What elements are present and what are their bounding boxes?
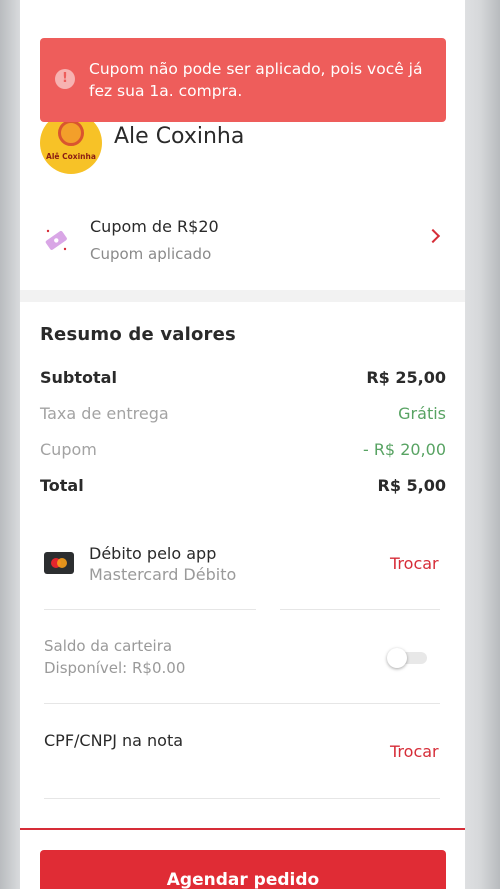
change-payment-button[interactable]: Trocar bbox=[390, 554, 439, 573]
chevron-right-icon[interactable] bbox=[425, 228, 441, 244]
coupon-title: Cupom de R$20 bbox=[90, 217, 219, 236]
summary-label: Taxa de entrega bbox=[40, 404, 169, 423]
footer-accent-line bbox=[20, 828, 465, 830]
mastercard-icon bbox=[44, 552, 74, 574]
summary-value: R$ 25,00 bbox=[366, 368, 446, 387]
summary-value: R$ 5,00 bbox=[377, 476, 447, 495]
coupon-status: Cupom aplicado bbox=[90, 245, 212, 263]
summary-value: - R$ 20,00 bbox=[362, 440, 446, 459]
summary-row-coupon: Cupom - R$ 20,00 bbox=[40, 440, 446, 464]
divider bbox=[280, 609, 440, 610]
change-cpf-button[interactable]: Trocar bbox=[390, 742, 439, 761]
summary-label: Total bbox=[40, 476, 84, 495]
payment-method: Débito pelo app bbox=[89, 544, 217, 563]
coupon-ticket-icon bbox=[45, 229, 67, 251]
schedule-order-button[interactable]: Agendar pedido bbox=[40, 850, 446, 889]
wallet-toggle[interactable] bbox=[387, 648, 427, 668]
divider bbox=[44, 703, 440, 704]
summary-row-total: Total R$ 5,00 bbox=[40, 476, 446, 500]
summary-title: Resumo de valores bbox=[40, 324, 236, 345]
cpf-title: CPF/CNPJ na nota bbox=[44, 731, 184, 750]
store-logo-text: Alê Coxinha bbox=[46, 152, 96, 161]
summary-value: Grátis bbox=[398, 404, 446, 423]
summary-label: Subtotal bbox=[40, 368, 117, 387]
wallet-available: Disponível: R$0.00 bbox=[44, 659, 186, 677]
coupon-row[interactable]: Cupom de R$20 Cupom aplicado bbox=[20, 205, 465, 275]
error-toast: ! Cupom não pode ser aplicado, pois você… bbox=[40, 38, 446, 122]
toast-message: Cupom não pode ser aplicado, pois você j… bbox=[89, 60, 423, 100]
alert-circle-icon: ! bbox=[55, 69, 75, 89]
summary-label: Cupom bbox=[40, 440, 97, 459]
chef-face-icon bbox=[58, 120, 84, 146]
summary-row-subtotal: Subtotal R$ 25,00 bbox=[40, 368, 446, 392]
store-name: Ale Coxinha bbox=[114, 124, 245, 149]
divider bbox=[44, 609, 256, 610]
wallet-title: Saldo da carteira bbox=[44, 637, 173, 655]
divider bbox=[44, 798, 440, 799]
summary-row-delivery: Taxa de entrega Grátis bbox=[40, 404, 446, 428]
toggle-knob bbox=[387, 648, 407, 668]
payment-card: Mastercard Débito bbox=[89, 565, 237, 584]
schedule-order-label: Agendar pedido bbox=[166, 870, 320, 889]
section-gap bbox=[20, 290, 465, 302]
